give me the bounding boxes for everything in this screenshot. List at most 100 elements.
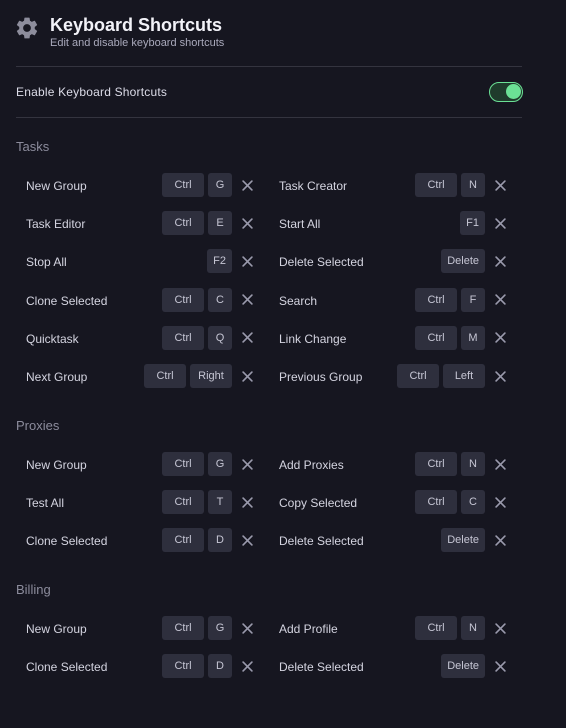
shortcut-keys[interactable]: Ctrl C: [162, 287, 232, 312]
clear-shortcut-button[interactable]: [493, 364, 507, 388]
enable-divider: [16, 117, 522, 118]
shortcut-keys[interactable]: F1: [460, 211, 485, 236]
shortcut-keys[interactable]: Ctrl Q: [162, 325, 232, 350]
shortcut-row-proxies-delete-selected: Delete Selected Delete: [279, 528, 507, 554]
shortcut-row-billing-delete-selected: Delete Selected Delete: [279, 654, 507, 680]
key-cap[interactable]: G: [208, 173, 232, 197]
key-cap[interactable]: Ctrl: [162, 452, 204, 476]
key-cap[interactable]: F: [461, 287, 485, 312]
clear-shortcut-button[interactable]: [240, 616, 254, 640]
clear-shortcut-button[interactable]: [493, 654, 507, 678]
key-cap[interactable]: Ctrl: [162, 287, 204, 312]
clear-shortcut-button[interactable]: [493, 616, 507, 640]
key-cap[interactable]: F1: [460, 211, 485, 236]
shortcut-keys[interactable]: Ctrl Right: [144, 364, 232, 388]
shortcut-keys[interactable]: Ctrl C: [415, 490, 485, 515]
key-cap[interactable]: D: [208, 654, 232, 679]
key-cap[interactable]: Ctrl: [162, 616, 204, 640]
key-cap[interactable]: Delete: [441, 528, 485, 553]
enable-shortcuts-toggle[interactable]: [489, 82, 523, 102]
close-icon: [494, 256, 506, 267]
key-cap[interactable]: Ctrl: [415, 616, 457, 640]
key-cap[interactable]: Ctrl: [415, 452, 457, 476]
key-cap[interactable]: Ctrl: [162, 490, 204, 515]
clear-shortcut-button[interactable]: [493, 452, 507, 476]
shortcut-row-proxies-add-proxies: Add Proxies Ctrl N: [279, 452, 507, 478]
key-cap[interactable]: T: [208, 490, 232, 515]
shortcut-keys[interactable]: Delete: [441, 249, 485, 274]
clear-shortcut-button[interactable]: [240, 249, 254, 273]
clear-shortcut-button[interactable]: [240, 452, 254, 476]
close-icon: [494, 179, 506, 191]
key-cap[interactable]: E: [208, 211, 232, 236]
shortcut-keys[interactable]: Ctrl Left: [397, 364, 485, 388]
clear-shortcut-button[interactable]: [493, 326, 507, 350]
shortcut-row-billing-new-group: New Group Ctrl G: [26, 616, 254, 642]
close-icon: [494, 535, 506, 546]
clear-shortcut-button[interactable]: [240, 173, 254, 197]
close-icon: [241, 294, 253, 305]
shortcut-keys[interactable]: Ctrl T: [162, 490, 232, 515]
key-cap[interactable]: C: [461, 490, 485, 515]
shortcut-row-tasks-next-group: Next Group Ctrl Right: [26, 364, 254, 390]
key-cap[interactable]: Q: [208, 325, 232, 350]
shortcut-keys[interactable]: F2: [207, 249, 232, 274]
key-cap[interactable]: Ctrl: [162, 528, 204, 553]
key-cap[interactable]: Ctrl: [415, 325, 457, 350]
key-cap[interactable]: Left: [443, 364, 485, 388]
shortcut-keys[interactable]: Delete: [441, 654, 485, 679]
key-cap[interactable]: M: [461, 325, 485, 350]
key-cap[interactable]: N: [461, 616, 485, 640]
key-cap[interactable]: C: [208, 287, 232, 312]
key-cap[interactable]: Ctrl: [162, 654, 204, 679]
enable-shortcuts-row: Enable Keyboard Shortcuts: [16, 80, 523, 104]
shortcut-row-tasks-previous-group: Previous Group Ctrl Left: [279, 364, 507, 390]
shortcut-keys[interactable]: Ctrl N: [415, 616, 485, 640]
key-cap[interactable]: F2: [207, 249, 232, 274]
clear-shortcut-button[interactable]: [240, 528, 254, 552]
shortcut-keys[interactable]: Ctrl N: [415, 173, 485, 197]
shortcut-row-tasks-task-editor: Task Editor Ctrl E: [26, 211, 254, 237]
shortcut-row-tasks-task-creator: Task Creator Ctrl N: [279, 173, 507, 199]
shortcut-keys[interactable]: Ctrl G: [162, 173, 232, 197]
key-cap[interactable]: G: [208, 452, 232, 476]
clear-shortcut-button[interactable]: [493, 249, 507, 273]
clear-shortcut-button[interactable]: [240, 288, 254, 312]
clear-shortcut-button[interactable]: [493, 173, 507, 197]
clear-shortcut-button[interactable]: [493, 490, 507, 514]
key-cap[interactable]: Ctrl: [162, 173, 204, 197]
clear-shortcut-button[interactable]: [493, 211, 507, 235]
key-cap[interactable]: G: [208, 616, 232, 640]
shortcut-keys[interactable]: Ctrl N: [415, 452, 485, 476]
shortcut-keys[interactable]: Ctrl D: [162, 528, 232, 553]
shortcut-keys[interactable]: Ctrl M: [415, 325, 485, 350]
key-cap[interactable]: Ctrl: [415, 490, 457, 515]
clear-shortcut-button[interactable]: [240, 326, 254, 350]
shortcut-keys[interactable]: Delete: [441, 528, 485, 553]
shortcut-keys[interactable]: Ctrl G: [162, 452, 232, 476]
toggle-knob: [506, 84, 521, 99]
key-cap[interactable]: Ctrl: [415, 287, 457, 312]
clear-shortcut-button[interactable]: [240, 654, 254, 678]
key-cap[interactable]: Ctrl: [397, 364, 439, 388]
key-cap[interactable]: N: [461, 173, 485, 197]
clear-shortcut-button[interactable]: [240, 490, 254, 514]
shortcut-keys[interactable]: Ctrl F: [415, 287, 485, 312]
key-cap[interactable]: N: [461, 452, 485, 476]
clear-shortcut-button[interactable]: [493, 528, 507, 552]
key-cap[interactable]: Delete: [441, 249, 485, 274]
key-cap[interactable]: D: [208, 528, 232, 553]
clear-shortcut-button[interactable]: [240, 211, 254, 235]
shortcut-keys[interactable]: Ctrl G: [162, 616, 232, 640]
shortcut-keys[interactable]: Ctrl D: [162, 654, 232, 679]
close-icon: [241, 179, 253, 191]
key-cap[interactable]: Ctrl: [144, 364, 186, 388]
key-cap[interactable]: Ctrl: [162, 325, 204, 350]
clear-shortcut-button[interactable]: [240, 364, 254, 388]
key-cap[interactable]: Delete: [441, 654, 485, 679]
key-cap[interactable]: Ctrl: [415, 173, 457, 197]
key-cap[interactable]: Ctrl: [162, 211, 204, 236]
clear-shortcut-button[interactable]: [493, 288, 507, 312]
key-cap[interactable]: Right: [190, 364, 232, 388]
shortcut-keys[interactable]: Ctrl E: [162, 211, 232, 236]
